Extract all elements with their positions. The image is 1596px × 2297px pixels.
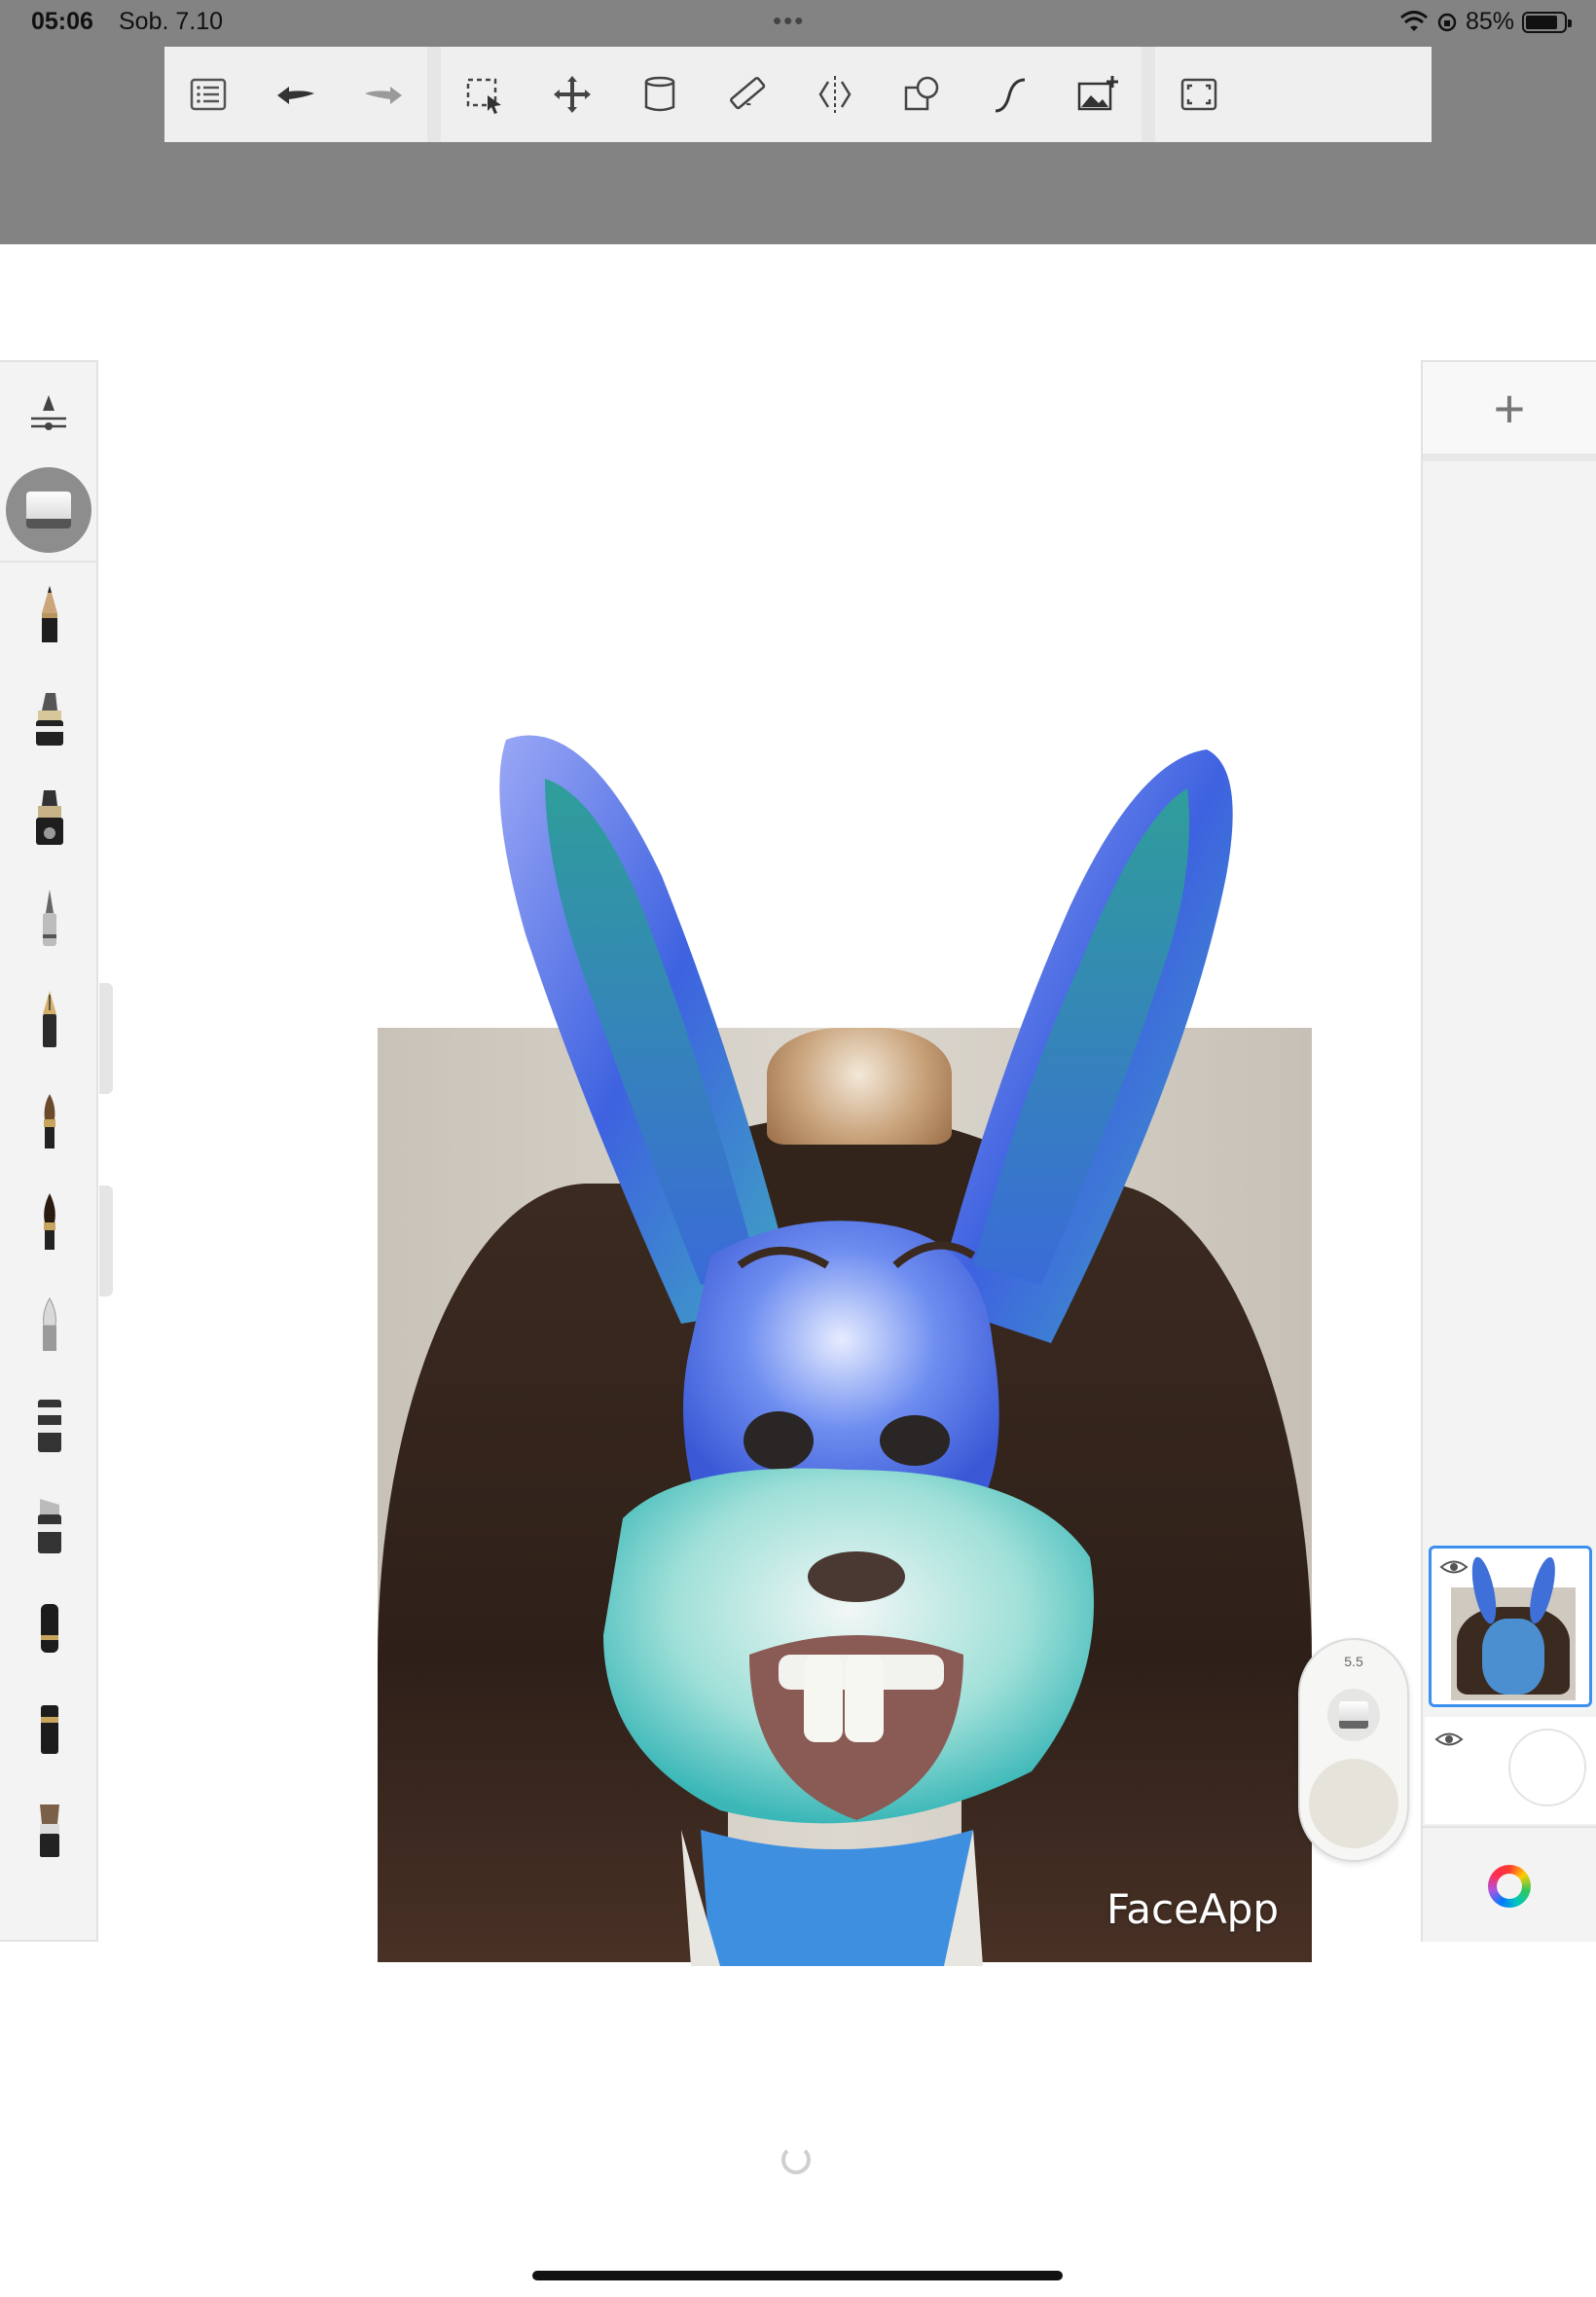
move-arrows-icon [554, 76, 591, 113]
status-date: Sob. 7.10 [119, 8, 224, 35]
cartridge-marker-icon [37, 1400, 61, 1452]
brush-technical-pen[interactable] [0, 870, 98, 967]
brush-properties-icon[interactable] [25, 389, 72, 436]
eraser-icon [26, 492, 71, 529]
ruler-button[interactable] [704, 47, 791, 142]
fullscreen-icon [1180, 78, 1217, 111]
brush-pencil[interactable] [0, 566, 98, 664]
layer-row-background[interactable] [1425, 1717, 1596, 1824]
wifi-icon [1399, 10, 1428, 31]
sketchbook-app: 05:06 Sob. 7.10 ••• 85% FaceApp 5.5 + [0, 0, 1596, 2297]
background-layer-thumb [1508, 1729, 1586, 1806]
pencil-icon [41, 586, 57, 642]
puck-eraser[interactable] [1327, 1689, 1380, 1741]
status-right: 85% [1399, 8, 1572, 36]
brush-pen-felt[interactable] [0, 1579, 98, 1676]
brush-marker-wide[interactable] [0, 1477, 98, 1575]
brush-paint-brush[interactable] [0, 1073, 98, 1170]
orientation-lock-icon [1437, 13, 1457, 31]
shapes-button[interactable] [879, 47, 966, 142]
brush-soft-airbrush[interactable] [0, 1275, 98, 1372]
color-wheel-icon[interactable] [1488, 1864, 1531, 1908]
main-toolbar [164, 47, 1432, 142]
toolbar-separator [1142, 47, 1155, 142]
fountain-pen-icon [42, 991, 56, 1047]
loading-spinner-icon [781, 2145, 811, 2174]
brush-marker-chisel[interactable] [0, 670, 98, 767]
bristle-brush-icon [39, 1805, 59, 1857]
redo-button[interactable] [340, 47, 427, 142]
toolbar-separator [427, 47, 441, 142]
fill-button[interactable] [616, 47, 704, 142]
marker-fat-icon [35, 790, 63, 845]
undo-arrow-icon [277, 87, 314, 104]
paint-brush-icon [43, 1094, 55, 1148]
felt-pen-icon [40, 1604, 58, 1653]
top-region: 05:06 Sob. 7.10 ••• 85% [0, 0, 1596, 244]
symmetry-button[interactable] [791, 47, 879, 142]
battery-percent: 85% [1465, 8, 1514, 35]
color-wheel-area [1423, 1826, 1596, 1944]
faceapp-watermark: FaceApp [1106, 1885, 1279, 1933]
add-layer-button[interactable]: + [1423, 362, 1596, 461]
menu-list-button[interactable] [164, 47, 252, 142]
battery-fill [1526, 15, 1558, 29]
shapes-icon [904, 76, 939, 111]
brush-palette-header [0, 362, 96, 563]
transform-button[interactable] [528, 47, 616, 142]
eye-icon[interactable] [1434, 1729, 1464, 1750]
technical-pen-icon [42, 890, 56, 946]
brush-cartridge-marker[interactable] [0, 1376, 98, 1474]
home-indicator[interactable] [532, 2271, 1063, 2280]
palette-drag-tab[interactable] [99, 1185, 113, 1296]
ruler-icon [730, 76, 766, 110]
add-image-icon [1077, 76, 1118, 111]
symmetry-icon [818, 76, 852, 113]
puck-color-swatch[interactable] [1309, 1759, 1398, 1848]
eraser-icon [1339, 1701, 1368, 1729]
selection-button[interactable] [441, 47, 528, 142]
puck-size-label: 5.5 [1344, 1654, 1363, 1669]
hair-left [378, 1184, 728, 1962]
marker-chisel-icon [35, 693, 63, 746]
selection-icon [466, 78, 501, 114]
fullscreen-button[interactable] [1155, 47, 1243, 142]
eye-icon[interactable] [1439, 1556, 1469, 1578]
bucket-icon [644, 76, 675, 112]
hair-right [961, 1184, 1312, 1962]
brush-puck[interactable]: 5.5 [1298, 1638, 1409, 1862]
brush-fountain-pen[interactable] [0, 971, 98, 1069]
import-image-button[interactable] [1054, 47, 1142, 142]
palette-drag-tab[interactable] [99, 983, 113, 1094]
ink-brush-icon [43, 1193, 55, 1250]
brush-bristle[interactable] [0, 1781, 98, 1878]
undo-button[interactable] [252, 47, 340, 142]
multitasking-dots-icon[interactable]: ••• [773, 6, 805, 36]
marker-wide-icon [37, 1499, 61, 1553]
status-bar: 05:06 Sob. 7.10 ••• 85% [0, 0, 1596, 47]
block-pen-icon [40, 1705, 58, 1754]
brush-marker-fat[interactable] [0, 769, 98, 866]
redo-arrow-icon [365, 87, 402, 104]
list-icon [190, 78, 227, 111]
curve-icon [995, 78, 1026, 113]
layer-thumbnail-photo[interactable] [1429, 1546, 1592, 1707]
brush-pen-block[interactable] [0, 1680, 98, 1777]
canvas-photo[interactable]: FaceApp [378, 1028, 1312, 1962]
status-time: 05:06 [31, 8, 93, 35]
airbrush-icon [42, 1296, 56, 1351]
tiara [767, 1028, 952, 1145]
layers-panel: + [1421, 360, 1596, 1942]
brush-palette [0, 360, 98, 1942]
active-eraser-brush[interactable] [6, 467, 91, 553]
stroke-button[interactable] [966, 47, 1054, 142]
battery-icon [1522, 11, 1572, 33]
brush-ink-brush[interactable] [0, 1174, 98, 1271]
